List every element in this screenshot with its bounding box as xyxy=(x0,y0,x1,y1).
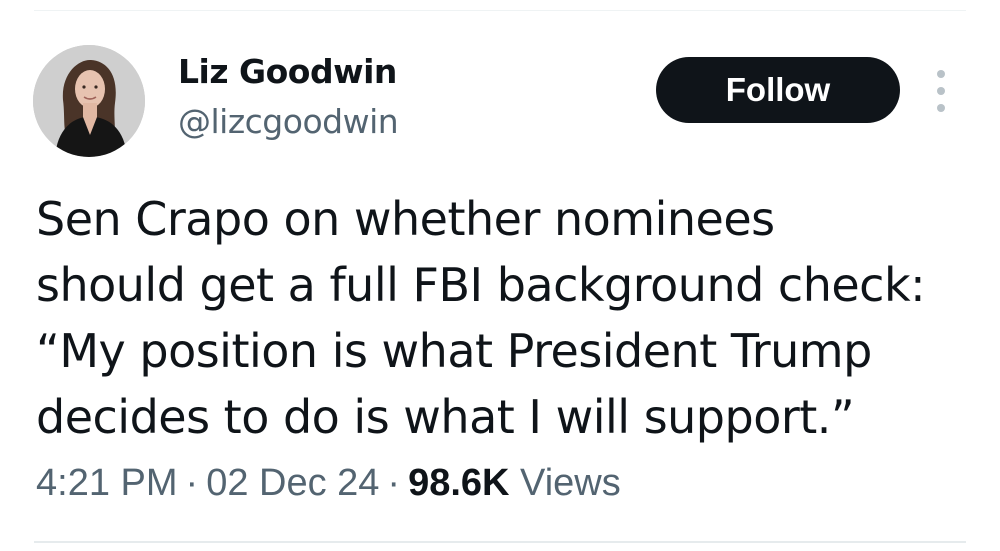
follow-button[interactable]: Follow xyxy=(656,57,900,123)
views-count: 98.6K xyxy=(408,462,510,504)
dot xyxy=(937,87,945,95)
profile-photo-icon xyxy=(33,45,145,157)
separator: · xyxy=(185,462,199,504)
separator: · xyxy=(387,462,401,504)
dot xyxy=(937,70,945,78)
tweet-text: Sen Crapo on whether nominees should get… xyxy=(36,192,926,444)
author-display-name[interactable]: Liz Goodwin xyxy=(178,52,397,91)
dot xyxy=(937,104,945,112)
author-handle[interactable]: @lizcgoodwin xyxy=(178,102,399,141)
tweet-date[interactable]: 02 Dec 24 xyxy=(206,462,379,504)
tweet-time[interactable]: 4:21 PM xyxy=(36,462,178,504)
tweet-meta: 4:21 PM · 02 Dec 24 · 98.6K Views xyxy=(36,462,621,505)
avatar[interactable] xyxy=(33,45,145,157)
more-vertical-icon[interactable] xyxy=(926,70,956,112)
bottom-divider xyxy=(34,541,966,543)
views-label: Views xyxy=(520,462,621,504)
top-divider xyxy=(34,10,966,11)
